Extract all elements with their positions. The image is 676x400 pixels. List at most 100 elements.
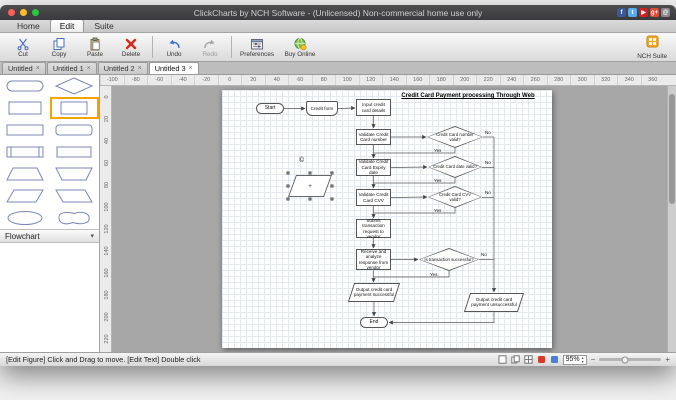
ruler-tick-label: 60 (288, 75, 312, 85)
zoom-window-button[interactable] (32, 9, 39, 16)
facebook-icon[interactable]: f (617, 8, 626, 17)
shape-category-label: Flowchart (5, 231, 40, 241)
canvas-column: -100 -80 -60 -40 -20 0 20 40 60 80 100 120 140 160 180… (100, 75, 676, 352)
resize-handle[interactable] (330, 184, 334, 188)
ruler-vertical: 0 20 40 60 80 100 120 140 160 180 200 220 (100, 86, 112, 352)
doc-tab-untitled-1[interactable]: Untitled 1 × (46, 62, 97, 74)
shape-category-dropdown[interactable]: Flowchart ▾ (0, 229, 99, 243)
flow-node-input[interactable]: Input credit card details (356, 99, 391, 116)
canvas[interactable]: Credit Card Payment processing Through W… (112, 86, 676, 352)
diagram-title[interactable]: Credit Card Payment processing Through W… (390, 93, 546, 101)
flow-node-start[interactable]: Start (256, 103, 284, 114)
shape-ellipse[interactable] (0, 207, 50, 229)
close-tab-icon[interactable]: × (87, 65, 91, 72)
flow-node-credit-form[interactable]: Credit form (306, 101, 338, 116)
vertical-scrollbar[interactable] (667, 86, 676, 352)
flow-node-validate-cvv[interactable]: Validate Credit Card CVV (356, 189, 391, 206)
delete-button[interactable]: Delete (113, 37, 149, 58)
canvas-row: 0 20 40 60 80 100 120 140 160 180 200 220 (100, 86, 676, 352)
shape-parallelogram-mirrored[interactable] (50, 185, 100, 207)
resize-handle[interactable] (286, 197, 290, 201)
flow-node-submit[interactable]: Submit transaction request to vendor (356, 218, 391, 239)
drawing-page[interactable]: Credit Card Payment processing Through W… (222, 90, 552, 348)
zoom-in-icon[interactable]: + (665, 355, 670, 364)
twitter-icon[interactable]: t (628, 8, 637, 17)
resize-handle[interactable] (330, 171, 334, 175)
resize-handle[interactable] (308, 197, 312, 201)
googleplus-icon[interactable]: g+ (650, 8, 659, 17)
shape-blob[interactable] (50, 207, 100, 229)
tab-home[interactable]: Home (8, 20, 49, 32)
copy-button[interactable]: Copy (41, 37, 77, 58)
snap-toggle-icon[interactable] (537, 355, 546, 364)
shape-process-2[interactable] (50, 141, 100, 163)
shape-terminator[interactable] (0, 75, 50, 97)
zoom-slider[interactable] (599, 356, 662, 363)
social-links: f t ▶ g+ @ (617, 8, 670, 17)
palette-empty-area (0, 243, 99, 352)
resize-handle[interactable] (286, 171, 290, 175)
flow-node-end[interactable]: End (360, 317, 388, 328)
zoom-out-icon[interactable]: − (591, 355, 596, 364)
flow-node-validate-expiry[interactable]: Validate Credit Card Expiry date (356, 159, 391, 176)
branch-label-no: No (485, 130, 491, 135)
close-tab-icon[interactable]: × (36, 65, 40, 72)
toolbar-separator (152, 36, 153, 58)
flow-node-number-valid[interactable]: Credit Card number valid? (427, 126, 483, 148)
doc-tab-untitled[interactable]: Untitled × (2, 62, 46, 74)
flow-node-receive[interactable]: Receive and analyze response from vendor (356, 249, 391, 270)
close-window-button[interactable] (8, 9, 15, 16)
flow-node-validate-number[interactable]: Validate Credit Card number (356, 129, 391, 145)
close-tab-icon[interactable]: × (138, 65, 142, 72)
selected-floating-shape[interactable]: + (286, 171, 334, 201)
cut-button[interactable]: Cut (5, 37, 41, 58)
zoom-select[interactable]: 95% ▴ ▾ (562, 354, 587, 365)
preferences-button[interactable]: Preferences (235, 37, 279, 58)
resize-handle[interactable] (286, 184, 290, 188)
ruler-tick-label: 320 (593, 75, 618, 85)
shape-process-wide[interactable] (0, 119, 50, 141)
redo-button[interactable]: Redo (192, 37, 228, 58)
doc-tab-label: Untitled 1 (52, 64, 84, 73)
grid-toggle-icon[interactable] (523, 355, 533, 364)
youtube-icon[interactable]: ▶ (639, 8, 648, 17)
nch-suite-button[interactable]: NCH Suite (637, 34, 667, 60)
copy-icon (52, 37, 66, 51)
ruler-tick-label: 260 (523, 75, 547, 85)
flow-node-cvv-valid[interactable]: Credit Card CVV valid? (428, 186, 482, 208)
fit-page-icon[interactable] (498, 355, 507, 364)
undo-button[interactable]: Undo (156, 37, 192, 58)
flow-node-date-valid[interactable]: Credit Card date valid? (428, 156, 482, 178)
copyright-text[interactable]: © (299, 157, 304, 164)
buy-online-button[interactable]: Buy Online (279, 37, 321, 58)
pointer-mode-icon[interactable] (550, 355, 559, 364)
minimize-window-button[interactable] (20, 9, 27, 16)
stepper-down-icon[interactable]: ▾ (582, 359, 584, 364)
resize-handle[interactable] (330, 197, 334, 201)
shape-process-selected[interactable] (49, 97, 99, 119)
zoom-stepper[interactable]: ▴ ▾ (582, 356, 584, 363)
paste-button[interactable]: Paste (77, 37, 113, 58)
resize-handle[interactable] (308, 171, 312, 175)
shape-rounded-process[interactable] (50, 119, 100, 141)
shape-decision[interactable] (50, 75, 100, 97)
mail-icon[interactable]: @ (661, 8, 670, 17)
multi-page-icon[interactable] (510, 355, 520, 364)
tab-edit[interactable]: Edit (49, 19, 85, 32)
shape-trapezoid[interactable] (0, 163, 50, 185)
flow-node-txn-success[interactable]: Is transaction successful? (419, 248, 479, 271)
shape-process[interactable] (0, 97, 50, 119)
ruler-tick-label: 0 (100, 91, 111, 103)
tab-suite[interactable]: Suite (85, 20, 122, 32)
flow-node-output-success[interactable]: Output credit card payment successful (347, 283, 401, 302)
zoom-slider-thumb[interactable] (621, 356, 629, 363)
close-tab-icon[interactable]: × (189, 65, 193, 72)
doc-tab-untitled-2[interactable]: Untitled 2 × (97, 62, 148, 74)
scrollbar-thumb[interactable] (669, 94, 675, 204)
shape-inverted-trapezoid[interactable] (50, 163, 100, 185)
shape-predefined-process[interactable] (0, 141, 50, 163)
shape-parallelogram[interactable] (0, 185, 50, 207)
ruler-tick-label: 160 (100, 267, 111, 279)
doc-tab-untitled-3[interactable]: Untitled 3 × (148, 62, 199, 74)
flow-node-output-fail[interactable]: Output credit card payment unsuccessful (463, 293, 525, 312)
